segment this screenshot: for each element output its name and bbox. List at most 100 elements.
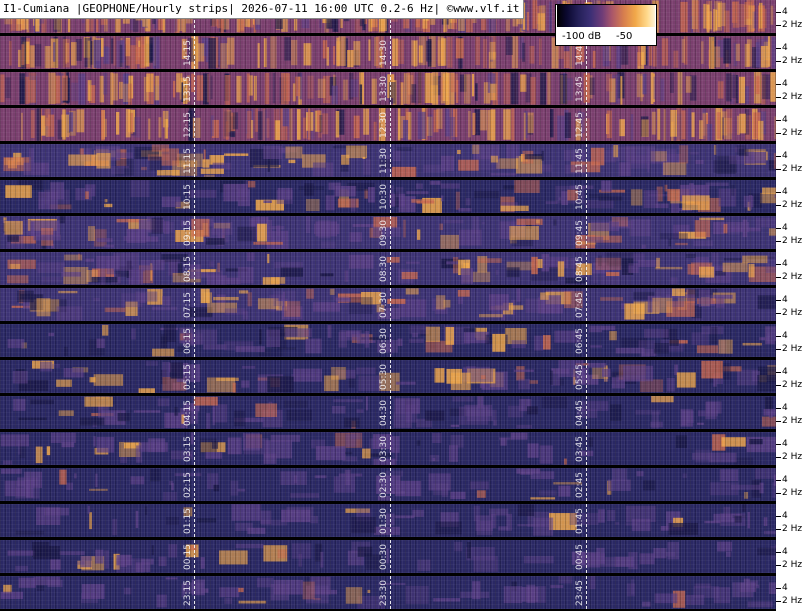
strip-08: 08:15 08:30 08:45 xyxy=(0,252,776,285)
quarter-hour-line xyxy=(194,108,195,141)
quarter-hour-line xyxy=(194,144,195,177)
tick-label: 2 Hz xyxy=(782,596,803,606)
frequency-ticks: 4 2 Hz xyxy=(776,288,812,321)
time-label: 08:15 xyxy=(183,256,193,282)
time-label: 13:30 xyxy=(379,76,389,102)
tick-label: 4 xyxy=(782,223,788,233)
tick-mark xyxy=(776,97,781,98)
strip-23: 23:15 23:30 23:45 xyxy=(0,576,776,609)
quarter-hour-line xyxy=(194,432,195,465)
quarter-hour-line xyxy=(390,540,391,573)
quarter-hour-line xyxy=(194,576,195,609)
time-label: 07:15 xyxy=(183,292,193,318)
tick-label: 4 xyxy=(782,79,788,89)
time-label: 08:30 xyxy=(379,256,389,282)
time-label: 06:15 xyxy=(183,328,193,354)
tick-label: 2 Hz xyxy=(782,308,803,318)
frequency-ticks: 4 2 Hz xyxy=(776,324,812,357)
time-label: 12:30 xyxy=(379,112,389,138)
time-label: 01:45 xyxy=(575,508,585,534)
tick-mark xyxy=(776,313,781,314)
tick-mark xyxy=(776,12,781,13)
tick-mark xyxy=(776,601,781,602)
quarter-hour-line xyxy=(390,252,391,285)
quarter-hour-line xyxy=(194,72,195,105)
quarter-hour-line xyxy=(586,324,587,357)
tick-label: 4 xyxy=(782,7,788,17)
time-label: 06:30 xyxy=(379,328,389,354)
strip-07: 07:15 07:30 07:45 xyxy=(0,288,776,321)
colorbar-max-label: -50 xyxy=(616,31,633,42)
time-label: 13:15 xyxy=(183,76,193,102)
quarter-hour-line xyxy=(586,288,587,321)
quarter-hour-line xyxy=(194,36,195,69)
time-label: 07:30 xyxy=(379,292,389,318)
tick-mark xyxy=(776,336,781,337)
time-label: 04:30 xyxy=(379,400,389,426)
frequency-ticks: 4 2 Hz xyxy=(776,0,812,33)
time-label: 02:30 xyxy=(379,472,389,498)
time-label: 05:15 xyxy=(183,364,193,390)
tick-mark xyxy=(776,385,781,386)
tick-mark xyxy=(776,493,781,494)
time-label: 03:30 xyxy=(379,436,389,462)
quarter-hour-line xyxy=(586,396,587,429)
colorbar-min-label: -100 dB xyxy=(562,31,602,42)
time-label: 09:45 xyxy=(575,220,585,246)
tick-label: 2 Hz xyxy=(782,92,803,102)
quarter-hour-line xyxy=(586,540,587,573)
tick-mark xyxy=(776,156,781,157)
quarter-hour-line xyxy=(390,288,391,321)
time-label: 07:45 xyxy=(575,292,585,318)
page-title: I1-Cumiana |GEOPHONE/Hourly strips| 2026… xyxy=(0,0,524,19)
tick-label: 2 Hz xyxy=(782,20,803,30)
time-label: 14:15 xyxy=(183,40,193,66)
tick-mark xyxy=(776,241,781,242)
quarter-hour-line xyxy=(194,468,195,501)
quarter-hour-line xyxy=(194,540,195,573)
quarter-hour-line xyxy=(586,576,587,609)
tick-label: 2 Hz xyxy=(782,128,803,138)
tick-mark xyxy=(776,84,781,85)
frequency-ticks: 4 2 Hz xyxy=(776,252,812,285)
tick-label: 4 xyxy=(782,583,788,593)
time-label: 02:45 xyxy=(575,472,585,498)
quarter-hour-line xyxy=(194,504,195,537)
tick-mark xyxy=(776,516,781,517)
tick-label: 4 xyxy=(782,187,788,197)
tick-mark xyxy=(776,192,781,193)
time-label: 01:30 xyxy=(379,508,389,534)
quarter-hour-line xyxy=(390,504,391,537)
quarter-hour-line xyxy=(390,396,391,429)
time-label: 23:30 xyxy=(379,580,389,606)
quarter-hour-line xyxy=(390,324,391,357)
tick-mark xyxy=(776,277,781,278)
tick-mark xyxy=(776,480,781,481)
quarter-hour-line xyxy=(390,468,391,501)
time-label: 03:45 xyxy=(575,436,585,462)
time-label: 01:15 xyxy=(183,508,193,534)
tick-label: 2 Hz xyxy=(782,560,803,570)
time-label: 23:45 xyxy=(575,580,585,606)
tick-label: 2 Hz xyxy=(782,452,803,462)
spectrogram-strips: 14:15 14:30 14:45 13:15 13:30 13:45 12:15 12:30… xyxy=(0,0,776,611)
strip-01: 01:15 01:30 01:45 xyxy=(0,504,776,537)
quarter-hour-line xyxy=(390,432,391,465)
tick-mark xyxy=(776,457,781,458)
time-label: 11:45 xyxy=(575,148,585,174)
tick-label: 4 xyxy=(782,115,788,125)
strip-03: 03:15 03:30 03:45 xyxy=(0,432,776,465)
strip-14: 14:15 14:30 14:45 xyxy=(0,36,776,69)
tick-mark xyxy=(776,25,781,26)
tick-label: 2 Hz xyxy=(782,236,803,246)
tick-mark xyxy=(776,228,781,229)
time-label: 05:30 xyxy=(379,364,389,390)
strip-12: 12:15 12:30 12:45 xyxy=(0,108,776,141)
quarter-hour-line xyxy=(390,576,391,609)
frequency-axis: 4 2 Hz 4 2 Hz 4 2 Hz 4 2 Hz 4 2 Hz 4 2 Hz 4 2 Hz 4 2 Hz… xyxy=(776,0,812,611)
strip-13: 13:15 13:30 13:45 xyxy=(0,72,776,105)
quarter-hour-line xyxy=(390,144,391,177)
quarter-hour-line xyxy=(586,468,587,501)
time-label: 23:15 xyxy=(183,580,193,606)
colorbar-gradient xyxy=(557,5,655,27)
